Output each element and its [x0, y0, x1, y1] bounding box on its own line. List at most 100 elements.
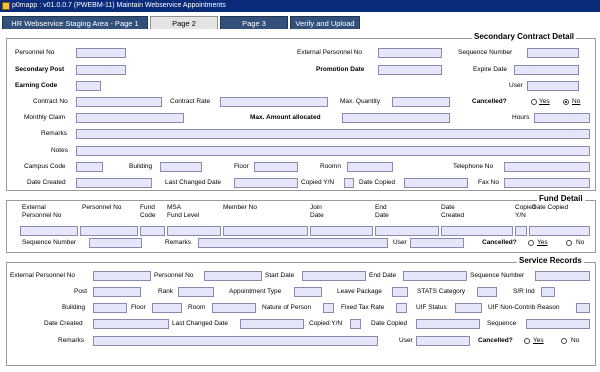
cancelled-label: Cancelled? — [472, 98, 507, 105]
sr-cancelled-no-radio[interactable] — [561, 338, 567, 344]
personnel-no-field[interactable] — [76, 48, 126, 58]
external-personnel-no-field[interactable] — [378, 48, 442, 58]
fund-end-date-field[interactable] — [375, 226, 439, 236]
max-amount-field[interactable] — [342, 113, 450, 123]
fund-sequence-number-label: Sequence Number — [22, 239, 77, 246]
remarks-field[interactable] — [76, 129, 590, 139]
sr-date-copied-label: Date Copied — [371, 320, 408, 327]
fund-cancelled-no-radio[interactable] — [566, 240, 572, 246]
fund-code-field[interactable] — [140, 226, 165, 236]
building-field[interactable] — [160, 162, 202, 172]
tab-verify-upload[interactable]: Verify and Upload — [290, 16, 360, 29]
promotion-date-label: Promotion Date — [316, 66, 365, 73]
sr-sequence-field[interactable] — [526, 319, 590, 329]
fund-external-personnel-no-field[interactable] — [20, 226, 78, 236]
roomn-field[interactable] — [347, 162, 393, 172]
contract-no-field[interactable] — [76, 97, 162, 107]
fund-col-join-date: Join Date — [310, 204, 324, 219]
sr-post-field[interactable] — [93, 287, 141, 297]
cancelled-yes-radio[interactable] — [531, 99, 537, 105]
last-changed-date-field[interactable] — [234, 178, 298, 188]
sr-uif-status-field[interactable] — [455, 303, 482, 313]
sr-uif-status-label: UIF Status — [416, 304, 447, 311]
sr-date-copied-field[interactable] — [416, 319, 480, 329]
sr-date-created-field[interactable] — [93, 319, 169, 329]
tab-strip: HR Webservice Staging Area - Page 1 Page… — [0, 14, 600, 30]
fund-personnel-no-field[interactable] — [80, 226, 138, 236]
fund-remarks-field[interactable] — [198, 238, 388, 248]
tab-page-1[interactable]: HR Webservice Staging Area - Page 1 — [2, 16, 148, 29]
campus-code-field[interactable] — [76, 162, 103, 172]
promotion-date-field[interactable] — [378, 65, 442, 75]
tab-page-3[interactable]: Page 3 — [220, 16, 288, 29]
fund-col-member-no: Member No — [223, 204, 257, 211]
sr-personnel-no-field[interactable] — [204, 271, 262, 281]
external-personnel-no-label: External Personnel No — [297, 49, 363, 56]
sr-rank-field[interactable] — [178, 287, 214, 297]
floor-field[interactable] — [254, 162, 298, 172]
fund-join-date-field[interactable] — [310, 226, 373, 236]
sr-start-date-field[interactable] — [302, 271, 366, 281]
cancelled-no-label[interactable]: No — [572, 97, 580, 107]
sr-room-field[interactable] — [212, 303, 256, 313]
sequence-number-field[interactable] — [527, 48, 579, 58]
earning-code-field[interactable] — [76, 81, 101, 91]
sr-copied-yn-field[interactable] — [350, 319, 361, 329]
sr-sequence-number-label: Sequence Number — [470, 272, 525, 279]
fund-copied-yn-field[interactable] — [515, 226, 527, 236]
sr-personnel-no-label: Personnel No — [154, 272, 194, 279]
fund-cancelled-yes-radio[interactable] — [528, 240, 534, 246]
fund-date-created-field[interactable] — [441, 226, 513, 236]
date-copied-label: Date Copied — [359, 179, 396, 186]
fund-cancelled-no-label[interactable]: No — [576, 238, 584, 248]
cancelled-yes-label[interactable]: Yes — [539, 97, 550, 107]
sr-floor-field[interactable] — [152, 303, 182, 313]
telephone-no-field[interactable] — [504, 162, 590, 172]
expire-date-field[interactable] — [514, 65, 579, 75]
sr-uif-non-contrib-field[interactable] — [576, 303, 590, 313]
date-created-label: Date Created — [27, 179, 66, 186]
sr-cancelled-yes-radio[interactable] — [524, 338, 530, 344]
notes-field[interactable] — [76, 146, 590, 156]
sr-user-field[interactable] — [416, 336, 470, 346]
sr-stats-category-field[interactable] — [477, 287, 497, 297]
fund-cancelled-yes-label[interactable]: Yes — [537, 238, 548, 248]
tab-page-2[interactable]: Page 2 — [150, 16, 218, 29]
sr-fixed-tax-rate-field[interactable] — [396, 303, 407, 313]
fund-msa-level-field[interactable] — [167, 226, 221, 236]
copied-yn-field[interactable] — [344, 178, 354, 188]
sr-nature-of-person-field[interactable] — [323, 303, 334, 313]
date-copied-field[interactable] — [404, 178, 468, 188]
sr-post-label: Post — [74, 288, 88, 295]
max-quantity-field[interactable] — [392, 97, 450, 107]
cancelled-no-radio[interactable] — [563, 99, 569, 105]
sr-appointment-type-label: Appointment Type — [229, 288, 282, 295]
sr-external-personnel-no-field[interactable] — [93, 271, 151, 281]
sr-leave-package-field[interactable] — [392, 287, 408, 297]
sr-appointment-type-field[interactable] — [294, 287, 322, 297]
sr-building-field[interactable] — [93, 303, 127, 313]
fund-user-field[interactable] — [410, 238, 464, 248]
contract-rate-field[interactable] — [220, 97, 328, 107]
sr-sr-ind-field[interactable] — [541, 287, 555, 297]
sr-remarks-field[interactable] — [93, 336, 378, 346]
hours-field[interactable] — [534, 113, 590, 123]
sr-cancelled-no-label[interactable]: No — [571, 336, 579, 346]
sr-building-label: Building — [62, 304, 86, 311]
secondary-post-field[interactable] — [76, 65, 126, 75]
fund-date-copied-field[interactable] — [529, 226, 590, 236]
sr-cancelled-yes-label[interactable]: Yes — [533, 336, 544, 346]
sr-last-changed-date-field[interactable] — [240, 319, 304, 329]
monthly-claim-field[interactable] — [76, 113, 184, 123]
window-titlebar: p0mapp : v01.0.0.7 (PWEBM-11) Maintain W… — [0, 0, 600, 12]
sr-sequence-number-field[interactable] — [535, 271, 590, 281]
floor-label: Floor — [234, 163, 249, 170]
fax-no-field[interactable] — [504, 178, 590, 188]
fund-member-no-field[interactable] — [223, 226, 308, 236]
fund-sequence-number-field[interactable] — [89, 238, 142, 248]
date-created-field[interactable] — [76, 178, 152, 188]
user-field[interactable] — [527, 81, 579, 91]
sr-end-date-field[interactable] — [403, 271, 467, 281]
sr-floor-label: Floor — [131, 304, 146, 311]
fund-user-label: User — [393, 239, 407, 246]
